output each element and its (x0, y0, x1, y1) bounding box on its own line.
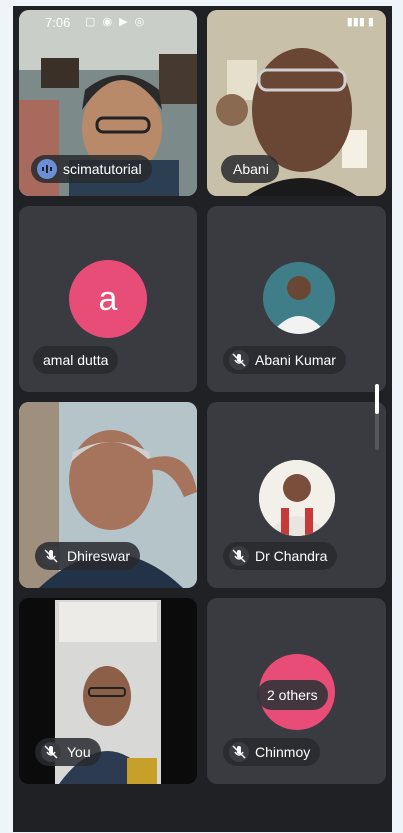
participant-name: You (67, 744, 91, 760)
participant-name-label: Abani (221, 155, 279, 183)
participant-name-label: Dhireswar (35, 542, 141, 570)
participant-name: amal dutta (43, 352, 109, 368)
status-bar-right: ▮▮▮ ▮ (207, 10, 386, 34)
speaking-icon (37, 159, 57, 179)
participant-tile-dr-chandra[interactable]: Dr Chandra (207, 402, 386, 588)
mic-off-icon (229, 350, 249, 370)
participant-name-label: Abani Kumar (223, 346, 346, 374)
participant-name-label: Chinmoy (223, 738, 321, 766)
avatar-initial: a (98, 279, 118, 318)
participant-avatar (263, 262, 335, 334)
participant-name: Dr Chandra (255, 548, 328, 564)
participant-name-label: You (35, 738, 101, 766)
mic-off-icon (229, 546, 249, 566)
others-count: 2 others (267, 687, 318, 703)
participant-tile-abani-kumar[interactable]: Abani Kumar (207, 206, 386, 392)
participant-name: Chinmoy (255, 744, 311, 760)
participant-tile-dhireswar[interactable]: Dhireswar (19, 402, 197, 588)
participant-name-label: Dr Chandra (223, 542, 338, 570)
participant-name-label: scimatutorial (31, 155, 152, 183)
participant-tile-scimatutorial[interactable]: 7:06 ▢ ◉ ▶ ◎ scimatutorial (19, 10, 197, 196)
status-icons: ▢ ◉ ▶ ◎ (85, 16, 147, 28)
status-time: 7:06 (45, 15, 71, 30)
participant-tile-you[interactable]: You (19, 598, 197, 784)
scrollbar-thumb[interactable] (375, 384, 379, 414)
participant-name: Abani Kumar (255, 352, 336, 368)
participant-avatar (259, 460, 335, 536)
participant-name: scimatutorial (63, 161, 142, 177)
participant-name-label: amal dutta (33, 346, 119, 374)
others-count-label[interactable]: 2 others (257, 680, 328, 710)
participant-name: Dhireswar (67, 548, 131, 564)
participant-tile-abani[interactable]: ▮▮▮ ▮ Abani (207, 10, 386, 196)
mic-off-icon (41, 742, 61, 762)
mic-off-icon (41, 546, 61, 566)
participant-tile-chinmoy[interactable]: 2 others Chinmoy (207, 598, 386, 784)
meeting-screen: 7:06 ▢ ◉ ▶ ◎ scimatutorial ▮▮▮ ▮ Abani a… (13, 6, 392, 832)
status-bar: 7:06 ▢ ◉ ▶ ◎ (19, 10, 197, 34)
participant-name: Abani (233, 161, 269, 177)
participant-avatar: a (69, 260, 147, 338)
signal-icons: ▮▮▮ ▮ (346, 16, 374, 28)
mic-off-icon (229, 742, 249, 762)
participant-tile-amal-dutta[interactable]: a amal dutta (19, 206, 197, 392)
